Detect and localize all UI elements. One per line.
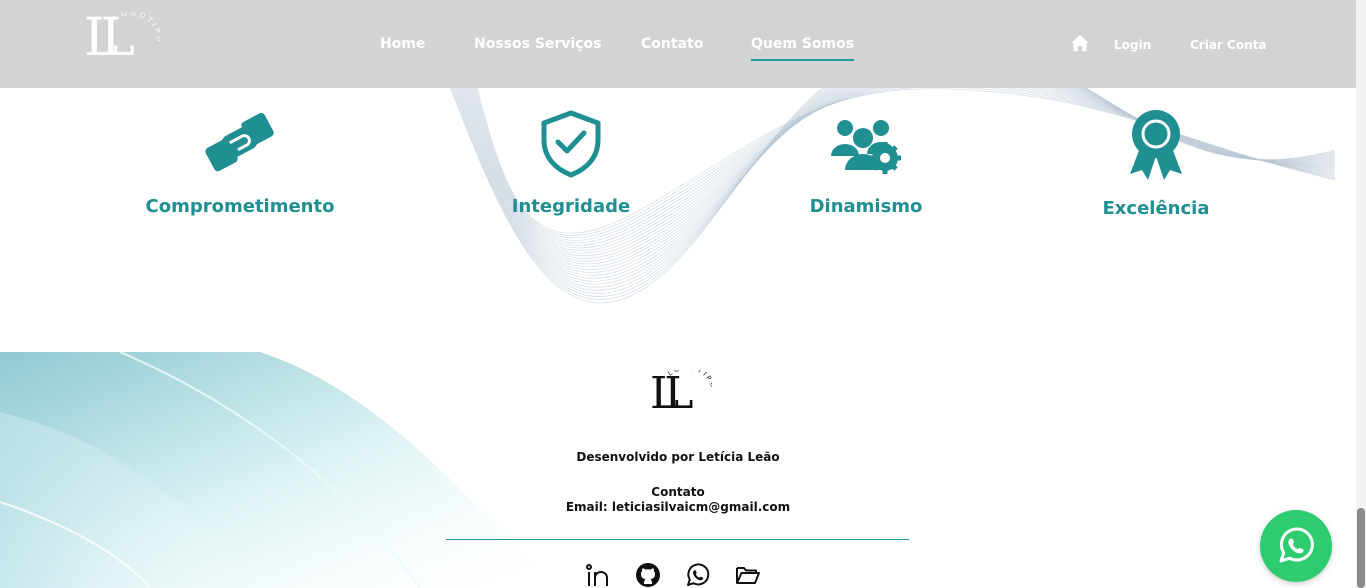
page-scrollbar-thumb[interactable] [1357,508,1365,588]
logo-ring-text: LOGOTIPO [113,12,160,45]
value-label: Dinamismo [809,196,923,217]
contact-email[interactable]: Email: leticiasilvaicm@gmail.com [478,500,878,514]
nav-nossos-servicos[interactable]: Nossos Serviços [474,36,601,52]
whatsapp-icon [1279,527,1314,563]
value-integridade: Integridade [441,108,701,217]
github-icon[interactable] [635,562,661,588]
value-label: Excelência [1102,198,1210,219]
folder-icon[interactable] [735,562,761,588]
page-scrollbar-track[interactable] [1356,0,1366,588]
footer-logo-ring-text: LOGOTIPO [666,370,712,391]
home-icon[interactable] [1070,34,1090,52]
value-comprometimento: Comprometimento [110,108,370,217]
whatsapp-float-button[interactable] [1260,510,1332,582]
value-label: Integridade [511,196,631,217]
svg-text:LOGOTIPO: LOGOTIPO [113,12,160,45]
award-ribbon-icon [1130,110,1182,180]
header-logo[interactable]: LL LOGOTIPO [80,12,160,84]
nav-home[interactable]: Home [380,36,425,52]
nav-contato[interactable]: Contato [641,36,703,52]
value-excelencia: Excelência [1026,108,1286,219]
footer-divider [446,539,909,540]
team-gear-icon [831,120,901,174]
developer-credit: Desenvolvido por Letícia Leão [576,450,780,464]
shield-check-icon [541,110,601,178]
handshake-icon [205,112,274,172]
login-link[interactable]: Login [1114,38,1151,52]
value-label: Comprometimento [145,196,335,217]
signup-link[interactable]: Criar Conta [1190,38,1266,52]
linkedin-icon[interactable] [585,562,611,588]
contact-title: Contato [651,485,705,499]
site-footer: LL LOGOTIPO Desenvolvido por Letícia Leã… [0,352,1366,588]
nav-quem-somos[interactable]: Quem Somos [751,36,855,61]
whatsapp-icon[interactable] [685,562,711,588]
value-dinamismo: Dinamismo [736,108,996,217]
footer-logo: LL LOGOTIPO [648,370,712,436]
svg-text:LOGOTIPO: LOGOTIPO [666,370,712,391]
site-header: LL LOGOTIPO Home Nossos Serviços Contato… [0,0,1366,88]
